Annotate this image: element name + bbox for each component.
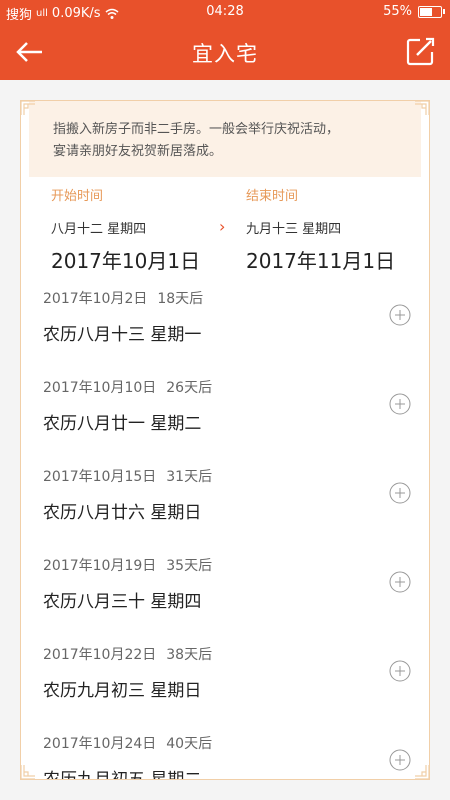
corner-ornament-icon [415,101,429,115]
start-date-block[interactable]: 开始时间 八月十二 星期四 2017年10月1日 [51,185,200,274]
end-label: 结束时间 [246,189,299,204]
edit-icon[interactable] [402,34,438,70]
item-lunar: 农历九月初五 星期二 [43,770,202,780]
add-circle-icon[interactable] [389,660,411,682]
add-circle-icon[interactable] [389,304,411,326]
item-lunar: 农历八月廿六 星期日 [43,503,202,523]
date-range[interactable]: 开始时间 八月十二 星期四 2017年10月1日 › 结束时间 九月十三 星期四… [21,177,429,277]
item-date: 2017年10月19日 [43,558,157,574]
item-days-until: 35天后 [166,558,213,574]
battery-percent: 55% [383,4,412,19]
start-date: 2017年10月1日 [51,249,201,273]
item-lunar: 农历九月初三 星期日 [43,681,202,701]
nav-bar: 宜入宅 [0,24,450,80]
item-days-until: 26天后 [166,380,213,396]
item-lunar: 农历八月三十 星期四 [43,592,202,612]
end-lunar: 九月十三 星期四 [246,222,342,237]
battery-icon [418,5,445,18]
auspicious-days-card: 指搬入新房子而非二手房。一般会举行庆祝活动， 宴请亲朋好友祝贺新居落成。 开始时… [20,100,430,780]
add-circle-icon[interactable] [389,482,411,504]
item-lunar: 农历八月廿一 星期二 [43,414,202,434]
list-item[interactable]: 2017年10月10日 26天后 农历八月廿一 星期二 [21,375,429,464]
description-line-1: 指搬入新房子而非二手房。一般会举行庆祝活动， [53,122,340,137]
list-item[interactable]: 2017年10月19日 35天后 农历八月三十 星期四 [21,553,429,642]
list-item[interactable]: 2017年10月2日 18天后 农历八月十三 星期一 [21,286,429,375]
list-item[interactable]: 2017年10月24日 40天后 农历九月初五 星期二 [21,731,429,780]
add-circle-icon[interactable] [389,749,411,771]
end-date: 2017年11月1日 [246,249,396,273]
item-date: 2017年10月10日 [43,380,157,396]
item-days-until: 40天后 [166,736,213,752]
chevron-right-icon: › [219,217,226,236]
add-circle-icon[interactable] [389,571,411,593]
auspicious-day-list: 2017年10月2日 18天后 农历八月十三 星期一 2017年10月10日 26天… [21,286,429,780]
list-item[interactable]: 2017年10月22日 38天后 农历九月初三 星期日 [21,642,429,731]
item-lunar: 农历八月十三 星期一 [43,325,202,345]
item-date: 2017年10月2日 [43,291,148,307]
start-lunar: 八月十二 星期四 [51,222,147,237]
page-title: 宜入宅 [192,42,258,66]
end-date-block[interactable]: 结束时间 九月十三 星期四 2017年11月1日 [246,185,395,274]
start-label: 开始时间 [51,189,104,204]
add-circle-icon[interactable] [389,393,411,415]
item-date: 2017年10月24日 [43,736,157,752]
status-right: 55% [383,4,445,19]
corner-ornament-icon [21,101,35,115]
item-date: 2017年10月22日 [43,647,157,663]
item-days-until: 38天后 [166,647,213,663]
description-line-2: 宴请亲朋好友祝贺新居落成。 [53,144,223,159]
description-box: 指搬入新房子而非二手房。一般会举行庆祝活动， 宴请亲朋好友祝贺新居落成。 [29,101,421,177]
item-date: 2017年10月15日 [43,469,157,485]
status-bar: 搜狗 ull 0.09K/s 04:28 55% [0,0,450,24]
item-days-until: 18天后 [157,291,204,307]
item-days-until: 31天后 [166,469,213,485]
list-item[interactable]: 2017年10月15日 31天后 农历八月廿六 星期日 [21,464,429,553]
